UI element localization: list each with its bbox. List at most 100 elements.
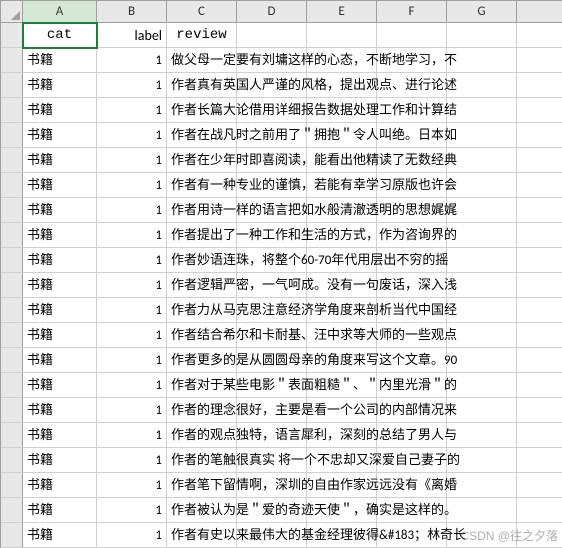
data-cell[interactable]: 作者被认为是＂爱的奇迹天使＂，确实是这样的。 (167, 498, 237, 523)
data-cell[interactable]: 1 (97, 198, 167, 223)
header-cell[interactable]: label (97, 23, 167, 48)
row-header[interactable] (1, 23, 23, 48)
data-cell[interactable]: 作者提出了一种工作和生活的方式，作为咨询界的 (167, 223, 237, 248)
row-header[interactable] (1, 173, 23, 198)
data-cell[interactable]: 1 (97, 148, 167, 173)
column-header-a[interactable]: A (23, 1, 97, 23)
row-header[interactable] (1, 198, 23, 223)
row-header[interactable] (1, 448, 23, 473)
data-cell[interactable]: 书籍 (23, 348, 97, 373)
column-header-f[interactable]: F (377, 1, 447, 23)
row-header[interactable] (1, 323, 23, 348)
data-cell[interactable]: 作者对于某些电影＂表面粗糙＂、＂内里光滑＂的 (167, 373, 237, 398)
data-cell[interactable]: 作者在少年时即喜阅读，能看出他精读了无数经典 (167, 148, 237, 173)
row-header[interactable] (1, 423, 23, 448)
select-all-corner[interactable] (1, 1, 23, 23)
data-cell[interactable]: 1 (97, 473, 167, 498)
data-cell[interactable]: 书籍 (23, 423, 97, 448)
data-cell[interactable]: 书籍 (23, 248, 97, 273)
data-cell[interactable]: 作者逻辑严密，一气呵成。没有一句废话，深入浅 (167, 273, 237, 298)
data-cell[interactable]: 1 (97, 48, 167, 73)
row-header[interactable] (1, 98, 23, 123)
data-cell[interactable]: 书籍 (23, 298, 97, 323)
data-cell[interactable]: 1 (97, 373, 167, 398)
data-cell[interactable]: 书籍 (23, 323, 97, 348)
data-cell[interactable]: 书籍 (23, 473, 97, 498)
row-header[interactable] (1, 123, 23, 148)
data-cell[interactable]: 书籍 (23, 273, 97, 298)
data-cell[interactable]: 1 (97, 123, 167, 148)
column-header-c[interactable]: C (167, 1, 237, 23)
row-header[interactable] (1, 248, 23, 273)
data-cell[interactable]: 作者笔下留情啊，深圳的自由作家远远没有《离婚 (167, 473, 237, 498)
data-cell[interactable]: 1 (97, 223, 167, 248)
data-cell[interactable]: 1 (97, 523, 167, 548)
data-cell[interactable]: 书籍 (23, 173, 97, 198)
data-cell[interactable]: 1 (97, 498, 167, 523)
data-cell[interactable]: 作者更多的是从圆圆母亲的角度来写这个文章。90 (167, 348, 237, 373)
data-cell[interactable]: 1 (97, 298, 167, 323)
data-cell[interactable]: 书籍 (23, 123, 97, 148)
review-text: 作者有一种专业的谨慎，若能有幸学习原版也许会 (171, 173, 562, 198)
data-cell[interactable]: 书籍 (23, 448, 97, 473)
data-cell[interactable]: 作者在战凡时之前用了＂拥抱＂令人叫绝。日本如 (167, 123, 237, 148)
data-cell[interactable]: 1 (97, 173, 167, 198)
data-cell[interactable]: 1 (97, 448, 167, 473)
row-header[interactable] (1, 348, 23, 373)
column-header-spare[interactable] (517, 1, 562, 23)
data-cell[interactable]: 1 (97, 98, 167, 123)
data-cell[interactable]: 1 (97, 273, 167, 298)
row-header[interactable] (1, 373, 23, 398)
data-cell[interactable]: 书籍 (23, 223, 97, 248)
data-cell[interactable]: 作者妙语连珠，将整个60-70年代用层出不穷的摇 (167, 248, 237, 273)
data-cell[interactable]: 书籍 (23, 148, 97, 173)
data-cell[interactable]: 书籍 (23, 373, 97, 398)
data-cell[interactable]: 作者结合希尔和卡耐基、汪中求等大师的一些观点 (167, 323, 237, 348)
column-header-b[interactable]: B (97, 1, 167, 23)
column-header-d[interactable]: D (237, 1, 307, 23)
data-cell[interactable]: 作者有史以来最伟大的基金经理彼得&#183；林奇长 (167, 523, 237, 548)
header-cell[interactable] (517, 23, 562, 48)
data-cell[interactable]: 作者的理念很好，主要是看一个公司的内部情况来 (167, 398, 237, 423)
data-cell[interactable]: 1 (97, 248, 167, 273)
row-header[interactable] (1, 498, 23, 523)
data-cell[interactable]: 书籍 (23, 498, 97, 523)
row-header[interactable] (1, 523, 23, 548)
header-cell[interactable] (237, 23, 307, 48)
column-header-g[interactable]: G (447, 1, 517, 23)
data-cell[interactable]: 作者真有英国人严谨的风格，提出观点、进行论述 (167, 73, 237, 98)
row-header[interactable] (1, 48, 23, 73)
data-cell[interactable]: 1 (97, 73, 167, 98)
data-cell[interactable]: 作者的笔触很真实 将一个不忠却又深爱自己妻子的 (167, 448, 237, 473)
row-header[interactable] (1, 73, 23, 98)
data-cell[interactable]: 作者的观点独特，语言犀利，深刻的总结了男人与 (167, 423, 237, 448)
data-cell[interactable]: 书籍 (23, 73, 97, 98)
row-header[interactable] (1, 223, 23, 248)
data-cell[interactable]: 作者力从马克思注意经济学角度来剖析当代中国经 (167, 298, 237, 323)
header-cell[interactable]: cat (23, 23, 97, 48)
data-cell[interactable]: 书籍 (23, 523, 97, 548)
data-cell[interactable]: 作者长篇大论借用详细报告数据处理工作和计算结 (167, 98, 237, 123)
data-cell[interactable]: 书籍 (23, 48, 97, 73)
data-cell[interactable]: 1 (97, 323, 167, 348)
row-header[interactable] (1, 273, 23, 298)
column-header-e[interactable]: E (307, 1, 377, 23)
header-cell[interactable] (447, 23, 517, 48)
header-cell[interactable]: review (167, 23, 237, 48)
header-cell[interactable] (307, 23, 377, 48)
row-header[interactable] (1, 148, 23, 173)
header-cell[interactable] (377, 23, 447, 48)
data-cell[interactable]: 书籍 (23, 98, 97, 123)
data-cell[interactable]: 作者有一种专业的谨慎，若能有幸学习原版也许会 (167, 173, 237, 198)
data-cell[interactable]: 书籍 (23, 398, 97, 423)
row-header[interactable] (1, 398, 23, 423)
row-header[interactable] (1, 298, 23, 323)
spreadsheet-grid[interactable]: ABCDEFGcatlabelreview书籍1做父母一定要有刘墉这样的心态，不… (0, 0, 562, 548)
data-cell[interactable]: 作者用诗一样的语言把如水般清澈透明的思想娓娓 (167, 198, 237, 223)
row-header[interactable] (1, 473, 23, 498)
data-cell[interactable]: 做父母一定要有刘墉这样的心态，不断地学习，不 (167, 48, 237, 73)
data-cell[interactable]: 书籍 (23, 198, 97, 223)
data-cell[interactable]: 1 (97, 348, 167, 373)
data-cell[interactable]: 1 (97, 398, 167, 423)
data-cell[interactable]: 1 (97, 423, 167, 448)
